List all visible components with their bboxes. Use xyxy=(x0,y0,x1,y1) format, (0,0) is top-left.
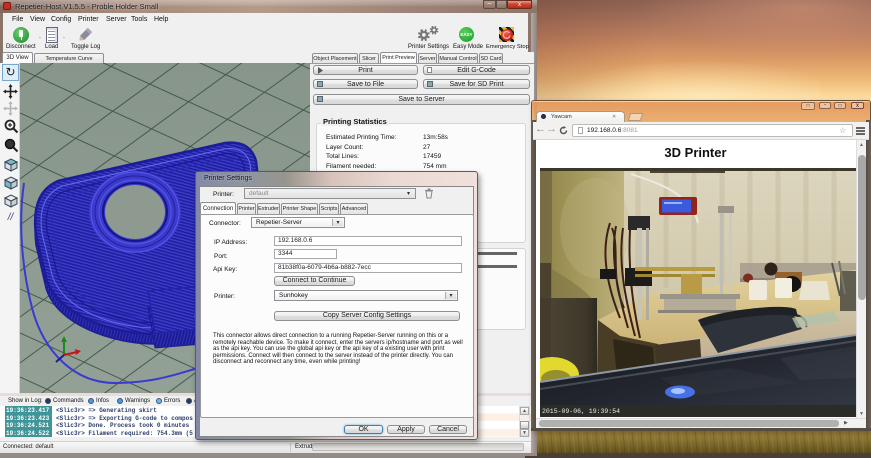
svg-text:2015-09-06, 19:39:54: 2015-09-06, 19:39:54 xyxy=(542,408,620,415)
